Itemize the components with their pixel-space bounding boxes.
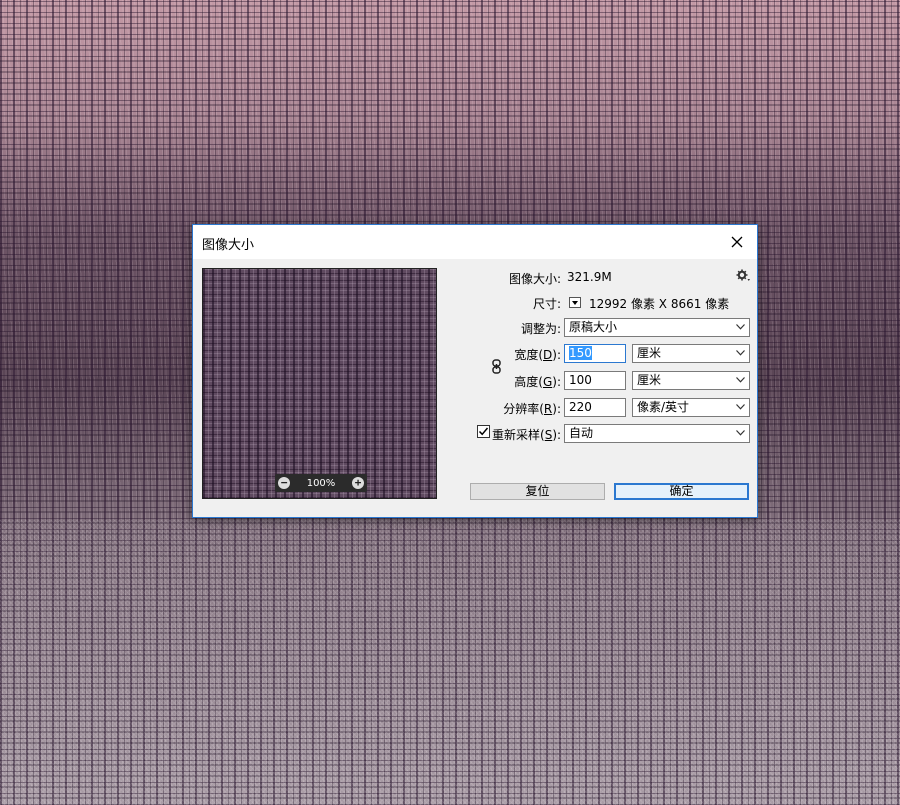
- height-input[interactable]: 100: [564, 371, 626, 390]
- height-label: 高度(G):: [514, 375, 561, 389]
- chevron-down-icon: [736, 324, 745, 330]
- zoom-bar: − 100% +: [275, 474, 367, 492]
- width-value: 150: [569, 346, 592, 360]
- height-unit-select[interactable]: 厘米: [632, 371, 750, 390]
- chevron-down-icon: [736, 377, 745, 383]
- fit-to-value: 原稿大小: [569, 320, 618, 334]
- ok-button[interactable]: 确定: [614, 483, 749, 500]
- dialog-titlebar: 图像大小: [193, 225, 757, 259]
- checkmark-icon: [478, 427, 489, 436]
- gear-icon[interactable]: [736, 268, 750, 282]
- height-value: 100: [569, 373, 592, 387]
- width-unit-select[interactable]: 厘米: [632, 344, 750, 363]
- image-size-dialog: 图像大小 − 100% + 图像大小: 321.9M 尺寸: 12992 像素 …: [192, 224, 758, 518]
- resample-label: 重新采样(S):: [492, 428, 562, 442]
- resolution-label: 分辨率(R):: [503, 402, 561, 416]
- zoom-out-button[interactable]: −: [278, 477, 290, 489]
- zoom-level: 100%: [306, 477, 336, 489]
- chevron-down-icon: [736, 350, 745, 356]
- close-icon: [731, 236, 743, 248]
- width-input[interactable]: 150: [564, 344, 626, 363]
- link-icon[interactable]: [492, 359, 501, 374]
- fit-to-label: 调整为:: [520, 322, 561, 336]
- height-unit: 厘米: [637, 373, 662, 387]
- canvas-noise-texture: [0, 520, 900, 805]
- reset-button[interactable]: 复位: [470, 483, 605, 500]
- zoom-in-button[interactable]: +: [352, 477, 364, 489]
- image-preview[interactable]: − 100% +: [202, 268, 437, 499]
- resolution-value: 220: [569, 400, 592, 414]
- resolution-unit-select[interactable]: 像素/英寸: [632, 398, 750, 417]
- resolution-input[interactable]: 220: [564, 398, 626, 417]
- dimensions-unit-toggle[interactable]: [569, 297, 581, 308]
- dimensions-label: 尺寸:: [532, 297, 561, 311]
- image-size-label: 图像大小:: [508, 272, 561, 286]
- width-label: 宽度(D):: [514, 348, 561, 362]
- fit-to-select[interactable]: 原稿大小: [564, 318, 750, 337]
- resample-checkbox[interactable]: [477, 425, 490, 438]
- dialog-title: 图像大小: [202, 238, 255, 253]
- resample-select[interactable]: 自动: [564, 424, 750, 443]
- chevron-down-icon: [736, 430, 745, 436]
- width-unit: 厘米: [637, 346, 662, 360]
- resolution-unit: 像素/英寸: [637, 400, 690, 414]
- image-size-value: 321.9M: [567, 270, 612, 284]
- resample-value: 自动: [569, 426, 594, 440]
- close-button[interactable]: [717, 225, 757, 259]
- chevron-down-icon: [736, 404, 745, 410]
- dimensions-value: 12992 像素 X 8661 像素: [589, 297, 730, 311]
